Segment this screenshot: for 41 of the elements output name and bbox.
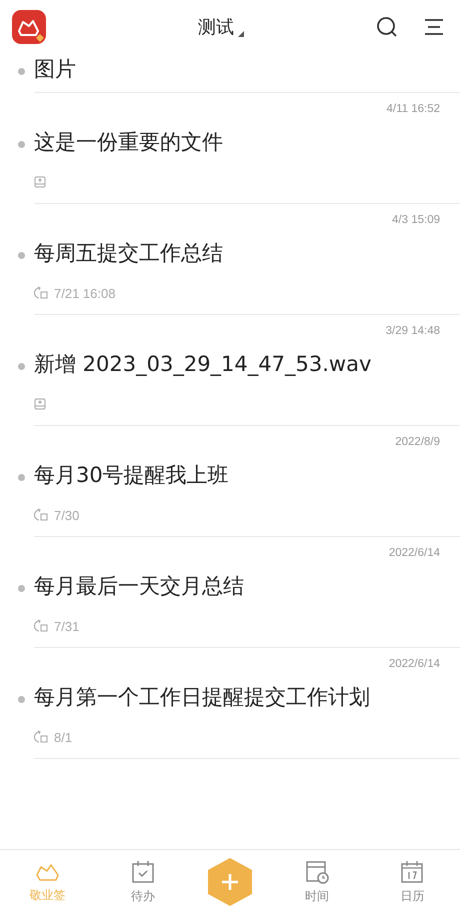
note-title[interactable]: 这是一份重要的文件	[34, 127, 394, 157]
note-date: 4/3 15:09	[392, 214, 440, 228]
bullet-icon	[18, 252, 25, 259]
calendar-icon	[400, 860, 424, 884]
calendar-clock-icon	[305, 860, 330, 884]
tray-icon	[34, 176, 46, 188]
menu-icon[interactable]	[424, 18, 444, 36]
repeat-icon	[34, 730, 48, 744]
note-title[interactable]: 每周五提交工作总结	[34, 238, 394, 268]
bullet-icon	[18, 141, 25, 148]
reminder-time: 8/1	[54, 730, 72, 744]
bullet-icon	[18, 68, 25, 75]
note-date: 4/11 16:52	[386, 103, 440, 117]
repeat-icon	[34, 619, 48, 633]
tab[interactable]: 日历	[382, 860, 442, 904]
note-date: 2022/8/9	[395, 436, 440, 450]
bullet-icon	[18, 585, 25, 592]
reminder-time: 7/31	[54, 618, 80, 634]
reminder-time: 7/30	[54, 508, 80, 522]
repeat-icon	[34, 508, 48, 522]
bullet-icon	[18, 696, 25, 703]
note-title[interactable]: 每月最后一天交月总结	[34, 571, 394, 601]
note-date: 2022/6/14	[388, 658, 440, 672]
search-icon[interactable]	[376, 16, 398, 38]
notebook-title[interactable]: 测试	[198, 15, 234, 39]
repeat-icon	[34, 286, 48, 300]
tray-icon	[34, 398, 46, 410]
bullet-icon	[18, 363, 25, 370]
reminder-time: 7/21 16:08	[54, 286, 116, 300]
tab[interactable]: 待办	[112, 860, 173, 904]
bullet-icon	[18, 474, 25, 481]
note-title[interactable]: 图片	[34, 54, 394, 84]
dropdown-icon[interactable]	[238, 31, 244, 37]
note-date: 2022/6/14	[388, 547, 440, 561]
tab[interactable]: 时间	[287, 860, 348, 904]
note-date: 3/29 14:48	[386, 325, 440, 339]
calendar-check-icon	[130, 860, 155, 884]
app-logo-icon[interactable]	[12, 10, 46, 44]
note-title[interactable]: 每月30号提醒我上班	[34, 460, 394, 490]
note-title[interactable]: 新增 2023_03_29_14_47_53.wav	[34, 349, 394, 379]
note-title[interactable]: 每月第一个工作日提醒提交工作计划	[34, 682, 394, 712]
